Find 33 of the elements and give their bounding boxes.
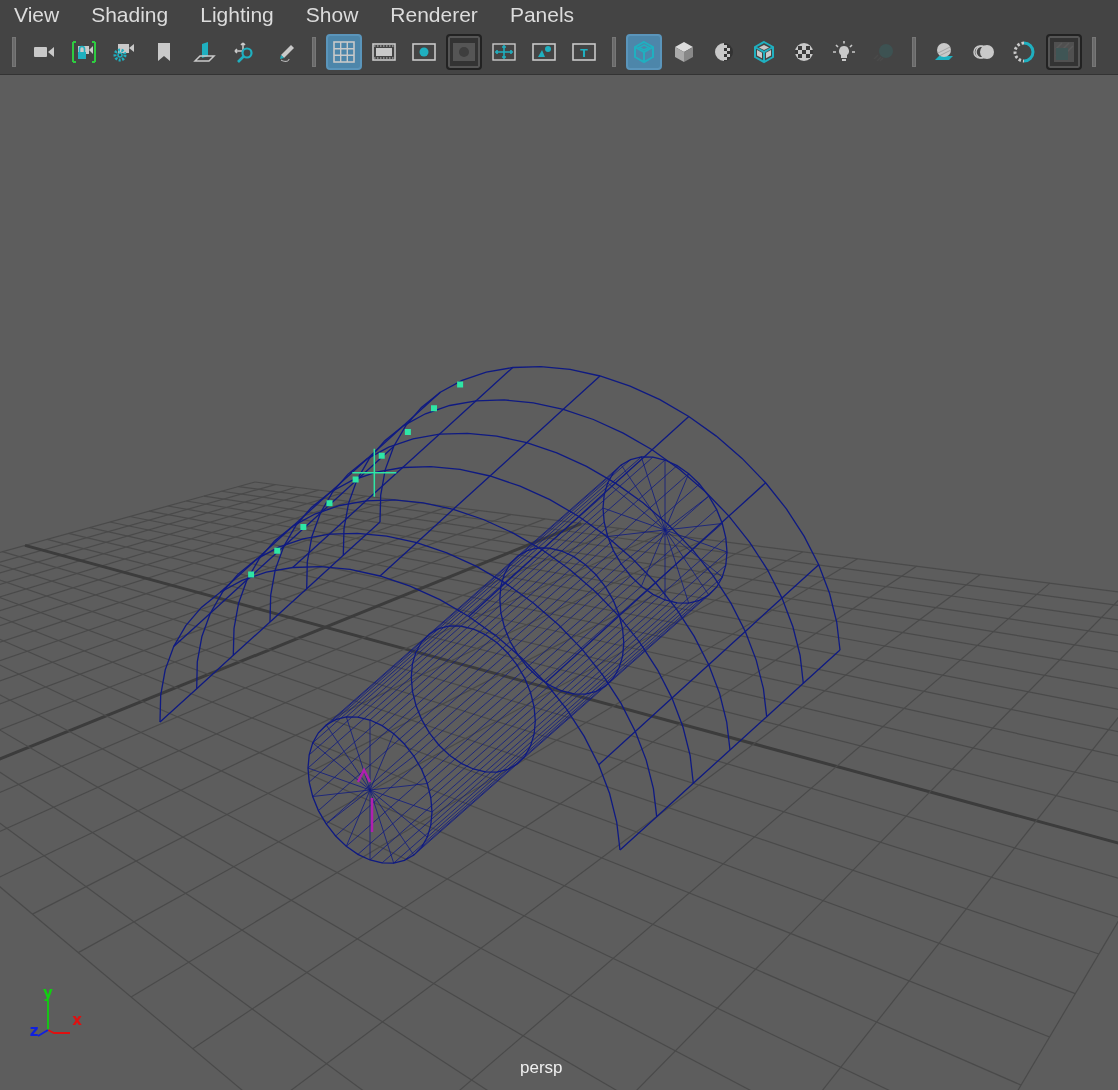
shaded-cube-icon bbox=[672, 40, 696, 64]
plane-icon bbox=[192, 40, 216, 64]
toolbar-separator bbox=[612, 34, 616, 70]
half-checker-sphere-icon bbox=[712, 40, 736, 64]
checker-sphere-icon bbox=[792, 40, 816, 64]
menu-item[interactable]: View bbox=[14, 0, 60, 30]
menu-item[interactable]: Renderer bbox=[390, 0, 478, 30]
menu-item[interactable]: Shading bbox=[91, 0, 169, 30]
camera-lock-icon bbox=[72, 40, 96, 64]
film-strip-icon bbox=[372, 40, 396, 64]
image-icon bbox=[532, 40, 556, 64]
grid-icon bbox=[332, 40, 356, 64]
axis-label: z bbox=[29, 1022, 39, 1040]
toolbar-separator bbox=[312, 34, 316, 70]
toolbar-separator bbox=[12, 34, 16, 70]
crosshair-icon bbox=[492, 40, 516, 64]
menu-item[interactable]: Lighting bbox=[200, 0, 274, 30]
dotted-ring-icon bbox=[1012, 40, 1036, 64]
light-bulb-icon bbox=[832, 40, 856, 64]
text-box-icon: T bbox=[572, 40, 596, 64]
axis-label: y bbox=[43, 984, 53, 1002]
circle-frame-icon bbox=[412, 40, 436, 64]
wireframe-cube-icon bbox=[632, 40, 656, 64]
dark-square-icon bbox=[1052, 40, 1076, 64]
axis-label: x bbox=[72, 1011, 82, 1029]
axis-indicator-icon bbox=[37, 999, 71, 1037]
menu-item[interactable]: Show bbox=[305, 0, 359, 30]
toolbar-separator bbox=[1092, 34, 1096, 70]
toolbar-button[interactable]: T bbox=[566, 34, 602, 70]
menu-item[interactable]: Panels bbox=[509, 0, 575, 30]
camera-name: persp bbox=[520, 1058, 563, 1078]
toolbar-separator bbox=[912, 34, 916, 70]
textured-cube-icon bbox=[752, 40, 776, 64]
